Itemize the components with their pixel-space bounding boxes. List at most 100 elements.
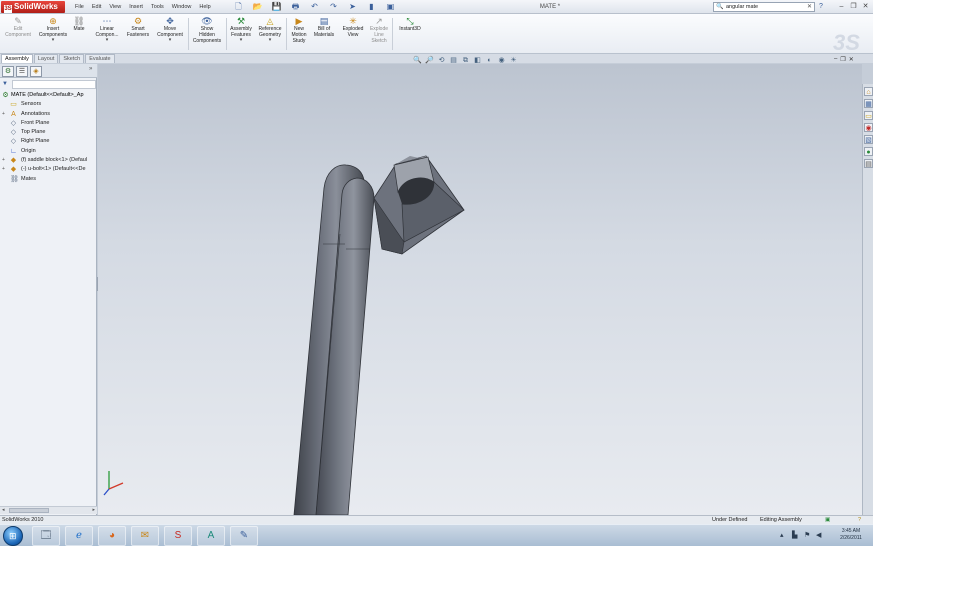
reference-geometry-button[interactable]: ◬ Reference Geometry ▾ bbox=[256, 16, 284, 52]
save-icon[interactable]: 💾 bbox=[268, 1, 285, 13]
custom-properties-icon[interactable]: ▤ bbox=[864, 159, 873, 168]
linear-component-pattern-button[interactable]: ⋯ Linear Compon... ▾ bbox=[93, 16, 121, 52]
design-library-icon[interactable]: ▦ bbox=[864, 99, 873, 108]
view-palette-icon[interactable]: ▧ bbox=[864, 135, 873, 144]
network-icon[interactable]: ▙ bbox=[792, 531, 797, 539]
close-icon[interactable]: ✕ bbox=[861, 2, 870, 12]
edit-appearance-icon[interactable]: ◉ bbox=[496, 55, 507, 66]
tree-root-item[interactable]: ⚙ MATE (Default<<Default>_Ap bbox=[0, 91, 97, 100]
insert-components-button[interactable]: ⊕ Insert Components ▾ bbox=[37, 16, 69, 52]
scroll-thumb[interactable] bbox=[9, 508, 49, 513]
firefox-icon[interactable]: ◕ bbox=[98, 526, 126, 546]
move-component-button[interactable]: ✥ Move Component ▾ bbox=[154, 16, 186, 52]
tree-item[interactable]: ▭ Sensors bbox=[0, 100, 97, 109]
solidworks-taskbar-icon[interactable]: S bbox=[164, 526, 192, 546]
smart-fasteners-button[interactable]: ⚙ Smart Fasteners bbox=[124, 16, 152, 52]
show-hidden-components-button[interactable]: 👁 Show Hidden Components bbox=[190, 16, 224, 52]
tab-assembly[interactable]: Assembly bbox=[1, 54, 33, 63]
chevron-down-icon[interactable]: ▾ bbox=[256, 38, 284, 43]
tab-sketch[interactable]: Sketch bbox=[59, 54, 85, 63]
open-folder-icon[interactable]: 📂 bbox=[249, 1, 266, 13]
expand-panel-icon[interactable]: » bbox=[89, 66, 92, 72]
zoom-to-area-icon[interactable]: 🔎 bbox=[424, 55, 435, 66]
tree-item[interactable]: ∟ Origin bbox=[0, 147, 97, 156]
filter-input[interactable] bbox=[12, 80, 96, 89]
file-explorer-icon[interactable]: ▭ bbox=[864, 111, 873, 120]
scroll-right-icon[interactable]: ▸ bbox=[92, 507, 95, 513]
paint-icon[interactable]: ✎ bbox=[230, 526, 258, 546]
assembly-model[interactable] bbox=[98, 64, 862, 515]
viewport-close-icon[interactable]: ✕ bbox=[849, 56, 854, 63]
show-hidden-icons-icon[interactable]: ▴ bbox=[780, 531, 784, 539]
filter-icon[interactable]: ▼ bbox=[2, 81, 8, 87]
bill-of-materials-button[interactable]: ▤ Bill of Materials bbox=[312, 16, 336, 52]
menu-help[interactable]: Help bbox=[195, 2, 214, 12]
chevron-down-icon[interactable]: ▾ bbox=[93, 38, 121, 43]
display-style-icon[interactable]: ◧ bbox=[472, 55, 483, 66]
solidworks-resources-icon[interactable]: ⌂ bbox=[864, 87, 873, 96]
assembly-features-button[interactable]: ⚒ Assembly Features ▾ bbox=[228, 16, 254, 52]
rebuild-traffic-light-icon[interactable]: ▮ bbox=[363, 1, 380, 13]
system-clock[interactable]: 3:45 AM 2/26/2011 bbox=[832, 528, 870, 542]
menu-file[interactable]: File bbox=[71, 2, 88, 12]
feature-tree-tab-icon[interactable]: ⚙ bbox=[2, 66, 14, 77]
start-button[interactable]: ⊞ bbox=[3, 526, 23, 546]
internet-explorer-icon[interactable]: ℯ bbox=[65, 526, 93, 546]
chevron-down-icon[interactable]: ▾ bbox=[37, 38, 69, 43]
menu-edit[interactable]: Edit bbox=[88, 2, 105, 12]
help-icon[interactable]: ? bbox=[819, 2, 823, 12]
menu-view[interactable]: View bbox=[105, 2, 125, 12]
undo-icon[interactable]: ↶ bbox=[306, 1, 323, 13]
redo-icon[interactable]: ↷ bbox=[325, 1, 342, 13]
search-input[interactable]: 🔍 angular mate ✕ bbox=[713, 2, 815, 12]
outlook-icon[interactable]: ✉ bbox=[131, 526, 159, 546]
viewport-restore-icon[interactable]: ❐ bbox=[840, 56, 845, 63]
tree-item[interactable]: ◇ Right Plane bbox=[0, 137, 97, 146]
zoom-to-fit-icon[interactable]: 🔍 bbox=[412, 55, 423, 66]
tree-item[interactable]: ◇ Top Plane bbox=[0, 128, 97, 137]
minimize-icon[interactable]: – bbox=[837, 2, 846, 12]
menu-tools[interactable]: Tools bbox=[147, 2, 168, 12]
menu-insert[interactable]: Insert bbox=[125, 2, 147, 12]
tree-item[interactable]: + ◆ (f) saddle block<1> (Defaul bbox=[0, 156, 97, 165]
new-document-icon[interactable]: 🗋 bbox=[230, 1, 247, 13]
saddle-block-part[interactable] bbox=[373, 155, 465, 255]
edit-component-button[interactable]: ✎ Edit Component bbox=[2, 16, 34, 52]
explode-line-sketch-button[interactable]: ↗ Explode Line Sketch bbox=[368, 16, 390, 52]
tree-item[interactable]: ⛓ Mates bbox=[0, 175, 97, 184]
exploded-view-button[interactable]: ✳ Exploded View bbox=[340, 16, 366, 52]
view-orientation-icon[interactable]: ⧉ bbox=[460, 55, 471, 66]
panel-horizontal-scrollbar[interactable]: ◂ ▸ bbox=[0, 506, 97, 514]
menu-window[interactable]: Window bbox=[168, 2, 196, 12]
chevron-down-icon[interactable]: ▾ bbox=[228, 38, 254, 43]
volume-icon[interactable]: ◀ bbox=[816, 531, 821, 539]
apply-scene-icon[interactable]: ☀ bbox=[508, 55, 519, 66]
clear-search-icon[interactable]: ✕ bbox=[807, 3, 812, 11]
chevron-down-icon[interactable]: ▾ bbox=[154, 38, 186, 43]
expand-icon[interactable]: + bbox=[2, 110, 7, 119]
tree-item[interactable]: + A Annotations bbox=[0, 110, 97, 119]
property-manager-tab-icon[interactable]: ☰ bbox=[16, 66, 28, 77]
print-icon[interactable]: 🖶 bbox=[287, 1, 304, 13]
instant3d-button[interactable]: ⤡ Instant3D bbox=[395, 16, 425, 52]
viewport-minimize-icon[interactable]: – bbox=[834, 56, 837, 63]
file-manager-icon[interactable]: 🗔 bbox=[32, 526, 60, 546]
expand-icon[interactable]: + bbox=[2, 165, 7, 174]
search-results-icon[interactable]: ◉ bbox=[864, 123, 873, 132]
action-center-icon[interactable]: ⚑ bbox=[804, 531, 810, 539]
section-view-icon[interactable]: ▤ bbox=[448, 55, 459, 66]
mate-button[interactable]: ⛓ Mate bbox=[70, 16, 88, 52]
new-motion-study-button[interactable]: ▶ New Motion Study bbox=[288, 16, 310, 52]
solidworks-logo[interactable]: 3S SolidWorks bbox=[1, 1, 65, 13]
hide-show-items-icon[interactable]: ◐ bbox=[484, 55, 495, 66]
select-arrow-icon[interactable]: ➤ bbox=[344, 1, 361, 13]
scroll-left-icon[interactable]: ◂ bbox=[2, 507, 5, 513]
restore-icon[interactable]: ❐ bbox=[849, 2, 858, 12]
tree-item[interactable]: ◇ Front Plane bbox=[0, 119, 97, 128]
previous-view-icon[interactable]: ⟲ bbox=[436, 55, 447, 66]
tab-layout[interactable]: Layout bbox=[33, 54, 59, 63]
graphics-viewport[interactable] bbox=[98, 64, 862, 515]
appearances-icon[interactable]: ● bbox=[864, 147, 873, 156]
tree-item[interactable]: + ◆ (-) u-bolt<1> (Default<<De bbox=[0, 165, 97, 174]
expand-icon[interactable]: + bbox=[2, 156, 7, 165]
